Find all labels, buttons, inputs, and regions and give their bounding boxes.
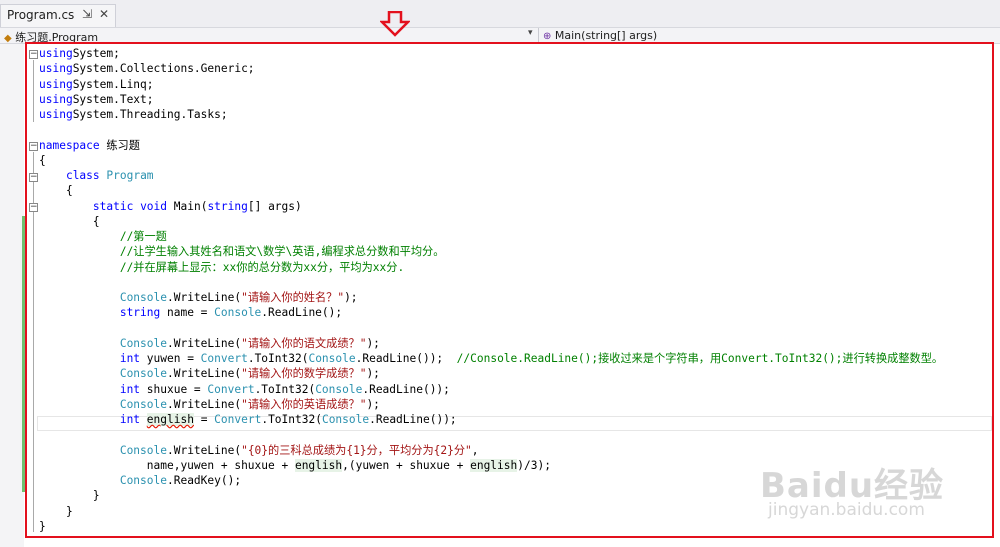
close-icon[interactable]: ✕ (99, 7, 109, 21)
editor-margin (0, 44, 24, 547)
member-scope-label: Main(string[] args) (554, 29, 658, 42)
watermark: Baidu经验 jingyan.baidu.com (760, 458, 944, 520)
arrow-down-icon (380, 11, 410, 37)
member-scope-dropdown[interactable]: ⊕ Main(string[] args) (543, 29, 657, 42)
tab-program-cs[interactable]: Program.cs ⇲ ✕ (0, 4, 116, 27)
method-icon: ⊕ (543, 31, 552, 42)
nav-divider (538, 28, 539, 43)
tab-title: Program.cs (7, 8, 75, 22)
chevron-down-icon[interactable]: ▾ (528, 28, 533, 38)
document-tab-strip: Program.cs ⇲ ✕ (0, 0, 1000, 27)
pin-icon[interactable]: ⇲ (82, 7, 92, 21)
class-icon: ◆ (4, 33, 12, 44)
watermark-url: jingyan.baidu.com (768, 500, 925, 520)
